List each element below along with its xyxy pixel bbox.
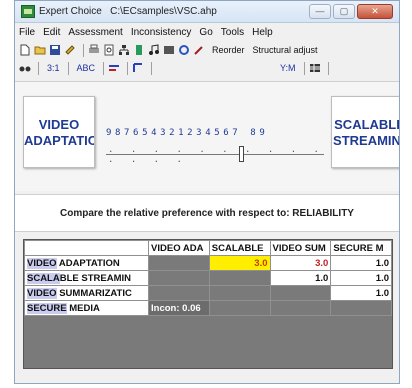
graphical-mode-icon[interactable] xyxy=(108,62,120,74)
row-header-highlight: SCALA xyxy=(27,272,60,284)
matrix-cell[interactable]: 3.0 xyxy=(269,255,332,271)
pairwise-comparison-panel: VIDEO ADAPTATIC 987654321234567 89 . . .… xyxy=(15,81,399,191)
numerical-mode-button[interactable]: 3:1 xyxy=(47,63,60,73)
row-header-highlight: VIDEO xyxy=(27,287,57,299)
left-node-label-line1: VIDEO xyxy=(38,117,80,132)
right-node-label-line1: SCALABLI xyxy=(334,117,400,132)
menu-bar: File Edit Assessment Inconsistency Go To… xyxy=(15,23,399,41)
col-header[interactable]: SECURE M xyxy=(330,240,392,256)
questionnaire-icon[interactable] xyxy=(132,62,144,74)
matrix-cell xyxy=(208,270,271,286)
toolbar-separator xyxy=(67,61,69,75)
row-header-rest: ADAPTATION xyxy=(56,257,120,269)
matrix-cell[interactable]: 1.0 xyxy=(330,285,392,301)
main-toolbar: Reorder Structural adjust xyxy=(15,41,399,59)
print-icon[interactable] xyxy=(88,44,100,56)
row-header[interactable]: SCALABLE STREAMIN xyxy=(23,270,150,286)
wand-icon[interactable] xyxy=(193,44,205,56)
right-node-label-line2: STREAMIN xyxy=(333,133,400,148)
comparison-question: Compare the relative preference with res… xyxy=(15,194,399,232)
structural-adjust-button[interactable]: Structural adjust xyxy=(253,45,318,55)
hierarchy-icon[interactable] xyxy=(118,44,130,56)
matrix-cell xyxy=(148,270,210,286)
matrix-cell xyxy=(330,300,392,316)
col-header[interactable]: VIDEO SUM xyxy=(269,240,332,256)
row-header-highlight: VIDEO xyxy=(27,257,57,269)
scale-numbers: 987654321234567 89 xyxy=(106,128,269,138)
toolbar-separator xyxy=(83,43,84,57)
title-bar[interactable]: Expert Choice C:\ECsamples\VSC.ahp — ▢ ✕ xyxy=(15,1,399,23)
matrix-table: VIDEO ADA SCALABLE VIDEO SUM SECURE M VI… xyxy=(23,240,392,316)
print-preview-icon[interactable] xyxy=(103,44,115,56)
row-header[interactable]: VIDEO ADAPTATION xyxy=(23,255,150,271)
menu-go[interactable]: Go xyxy=(199,27,212,38)
menu-edit[interactable]: Edit xyxy=(43,27,60,38)
left-node-box: VIDEO ADAPTATIC xyxy=(23,96,95,168)
close-button[interactable]: ✕ xyxy=(357,4,393,19)
ym-button[interactable]: Y:M xyxy=(280,63,296,73)
maximize-button[interactable]: ▢ xyxy=(333,4,355,19)
window-title: Expert Choice C:\ECsamples\VSC.ahp xyxy=(39,6,217,17)
reorder-button[interactable]: Reorder xyxy=(212,45,245,55)
matrix-cell[interactable]: 1.0 xyxy=(269,270,332,286)
refresh-icon[interactable] xyxy=(178,44,190,56)
menu-file[interactable]: File xyxy=(19,27,35,38)
row-header[interactable]: SECURE MEDIA xyxy=(23,300,150,316)
row-header-rest: SUMMARIZATIC xyxy=(56,287,132,299)
app-icon xyxy=(21,5,35,18)
menu-help[interactable]: Help xyxy=(252,27,273,38)
music-note-icon[interactable] xyxy=(148,44,160,56)
matrix-cell[interactable]: 1.0 xyxy=(330,255,392,271)
toolbar-separator xyxy=(327,61,329,75)
toolbar-separator xyxy=(103,61,105,75)
assessment-toolbar: 3:1 ABC Y:M xyxy=(15,59,399,77)
menu-tools[interactable]: Tools xyxy=(221,27,244,38)
menu-inconsistency[interactable]: Inconsistency xyxy=(131,27,192,38)
matrix-cell xyxy=(269,300,332,316)
row-header-rest: BLE STREAMIN xyxy=(59,272,131,284)
scale-slider-thumb[interactable] xyxy=(239,146,244,162)
save-icon[interactable] xyxy=(49,44,61,56)
matrix-cell xyxy=(208,300,271,316)
toolbar-separator xyxy=(38,61,39,75)
binoculars-icon[interactable] xyxy=(19,62,31,74)
matrix-cell xyxy=(208,285,271,301)
link-icon[interactable] xyxy=(64,44,76,56)
comparison-matrix: VIDEO ADA SCALABLE VIDEO SUM SECURE M VI… xyxy=(23,239,393,369)
matrix-cell[interactable]: 1.0 xyxy=(330,270,392,286)
open-folder-icon[interactable] xyxy=(34,44,46,56)
matrix-cell xyxy=(269,285,332,301)
matrix-cell xyxy=(148,285,210,301)
toolbar-separator xyxy=(151,61,153,75)
minimize-button[interactable]: — xyxy=(309,4,331,19)
matrix-cell-selected[interactable]: 3.0 xyxy=(208,255,271,271)
toolbar-separator xyxy=(127,61,129,75)
left-node-label-line2: ADAPTATIC xyxy=(24,133,95,148)
app-window: Expert Choice C:\ECsamples\VSC.ahp — ▢ ✕… xyxy=(14,0,400,384)
toolbar-separator xyxy=(303,61,305,75)
right-node-box: SCALABLI STREAMIN xyxy=(331,96,400,168)
col-header[interactable]: SCALABLE xyxy=(208,240,271,256)
row-header-highlight: SECURE xyxy=(27,302,67,314)
matrix-cell xyxy=(148,255,210,271)
matrix-view-icon[interactable] xyxy=(309,62,321,74)
inconsistency-ratio: Incon: 0.06 xyxy=(148,300,210,316)
new-file-icon[interactable] xyxy=(19,44,31,56)
green-bar-icon[interactable] xyxy=(133,44,145,56)
row-header[interactable]: VIDEO SUMMARIZATIC xyxy=(23,285,150,301)
grid-icon[interactable] xyxy=(163,44,175,56)
row-header-rest: MEDIA xyxy=(66,302,100,314)
menu-assessment[interactable]: Assessment xyxy=(68,27,122,38)
verbal-mode-button[interactable]: ABC xyxy=(77,63,96,73)
matrix-corner xyxy=(23,240,150,256)
col-header[interactable]: VIDEO ADA xyxy=(148,240,210,256)
scale-track[interactable] xyxy=(106,154,324,155)
